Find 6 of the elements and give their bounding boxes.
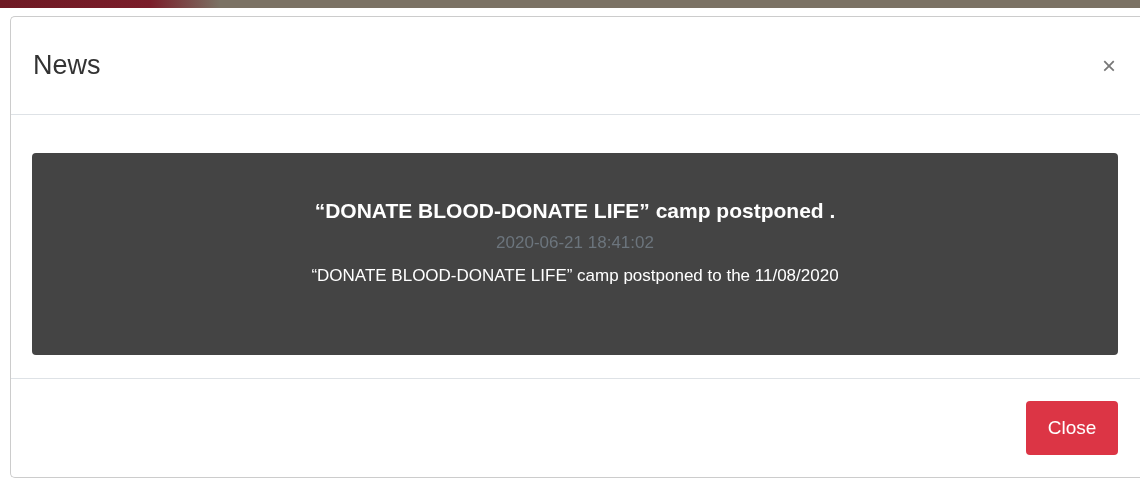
news-text: “DONATE BLOOD-DONATE LIFE” camp postponed to the 11/08/2020 (311, 266, 839, 286)
news-date: 2020-06-21 18:41:02 (496, 233, 654, 253)
close-button[interactable]: × (1098, 51, 1120, 80)
close-button[interactable]: Close (1026, 401, 1118, 455)
dialog-title: News (33, 50, 101, 81)
news-headline: “DONATE BLOOD-DONATE LIFE” camp postponed . (314, 199, 836, 223)
